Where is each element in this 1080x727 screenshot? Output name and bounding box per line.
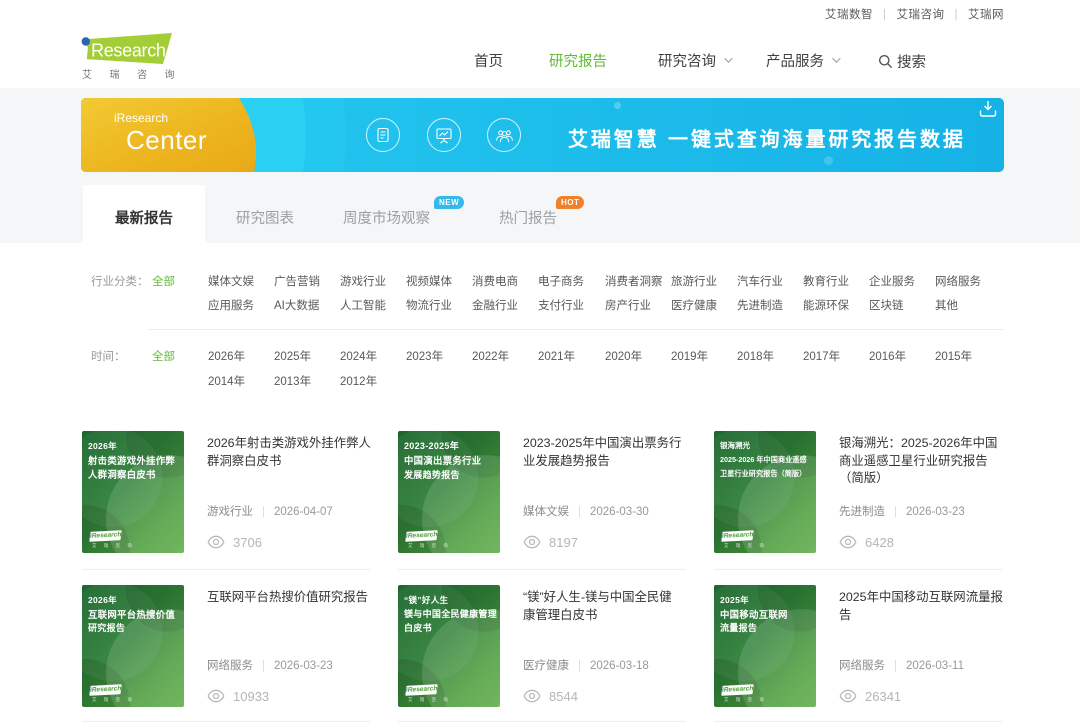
svg-text:Research: Research <box>91 41 166 61</box>
